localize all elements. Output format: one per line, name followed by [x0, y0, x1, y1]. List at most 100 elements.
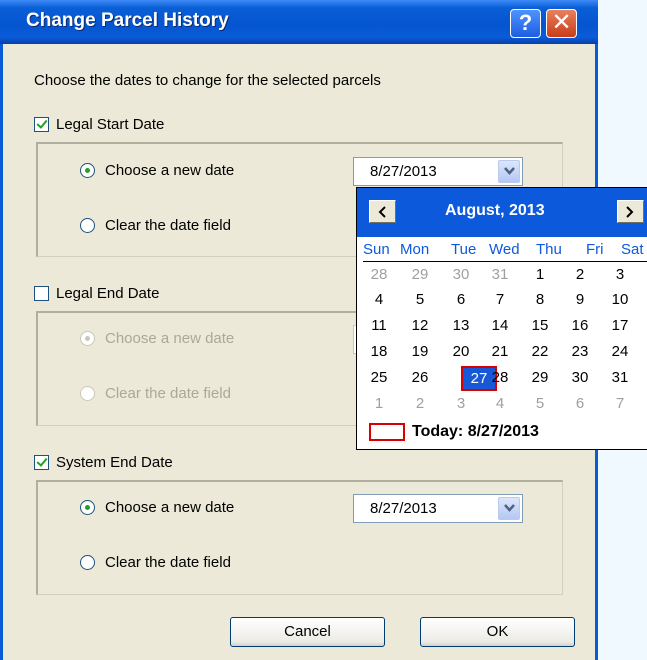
- calendar-day[interactable]: 30: [443, 266, 479, 283]
- chevron-left-icon: [378, 206, 386, 218]
- calendar-day[interactable]: 1: [522, 266, 558, 283]
- calendar-day[interactable]: 24: [602, 343, 638, 360]
- calendar-day[interactable]: 14: [482, 317, 518, 334]
- legal-end-choose-new-label: Choose a new date: [105, 330, 235, 347]
- calendar-day[interactable]: 28: [482, 369, 518, 386]
- calendar-day[interactable]: 3: [443, 395, 479, 412]
- next-month-button[interactable]: [617, 200, 644, 223]
- calendar-day[interactable]: 8: [522, 291, 558, 308]
- today-link[interactable]: Today: 8/27/2013: [369, 423, 539, 441]
- legal-end-date-label: Legal End Date: [56, 285, 160, 302]
- legal-end-clear-label: Clear the date field: [105, 385, 231, 402]
- weekday-fri: Fri: [586, 241, 604, 258]
- calendar-day[interactable]: 20: [443, 343, 479, 360]
- calendar-day[interactable]: 2: [562, 266, 598, 283]
- legal-end-date-checkbox[interactable]: [34, 286, 49, 301]
- weekday-thu: Thu: [536, 241, 562, 258]
- calendar-day[interactable]: 19: [402, 343, 438, 360]
- calendar-day[interactable]: 18: [361, 343, 397, 360]
- legal-end-clear-radio: [80, 386, 95, 401]
- ok-button[interactable]: OK: [420, 617, 575, 647]
- legal-start-date-picker[interactable]: 8/27/2013: [353, 157, 523, 186]
- legal-end-date-checkbox-row[interactable]: Legal End Date: [34, 285, 159, 302]
- system-end-clear-label: Clear the date field: [105, 554, 231, 571]
- calendar-day[interactable]: 29: [522, 369, 558, 386]
- legal-start-choose-new-radio[interactable]: [80, 163, 95, 178]
- legal-end-choose-new-radio: [80, 331, 95, 346]
- calendar-day[interactable]: 6: [562, 395, 598, 412]
- legal-start-dropdown-button[interactable]: [498, 160, 520, 183]
- system-end-choose-new-label: Choose a new date: [105, 499, 235, 516]
- system-end-date-picker[interactable]: 8/27/2013: [353, 494, 523, 523]
- legal-start-date-checkbox[interactable]: [34, 117, 49, 132]
- legal-start-date-value: 8/27/2013: [370, 163, 437, 180]
- weekday-tue: Tue: [451, 241, 477, 258]
- calendar-day[interactable]: 23: [562, 343, 598, 360]
- previous-month-button[interactable]: [369, 200, 396, 223]
- legal-end-clear-option: Clear the date field: [80, 385, 231, 402]
- weekday-header-row: Sun Mon Tue Wed Thu Fri Sat: [363, 239, 647, 262]
- calendar-month-title: August, 2013: [445, 202, 545, 219]
- weekday-mon: Mon: [400, 241, 430, 258]
- legal-start-date-checkbox-row[interactable]: Legal Start Date: [34, 116, 164, 133]
- calendar-day[interactable]: 5: [522, 395, 558, 412]
- system-end-date-value: 8/27/2013: [370, 500, 437, 517]
- calendar-day[interactable]: 17: [602, 317, 638, 334]
- calendar-day[interactable]: 6: [443, 291, 479, 308]
- calendar-day[interactable]: 10: [602, 291, 638, 308]
- legal-start-choose-new-label: Choose a new date: [105, 162, 235, 179]
- calendar-day[interactable]: 1: [361, 395, 397, 412]
- system-end-choose-new-option[interactable]: Choose a new date: [80, 499, 234, 516]
- instruction-text: Choose the dates to change for the selec…: [34, 72, 381, 89]
- legal-start-clear-radio[interactable]: [80, 218, 95, 233]
- system-end-dropdown-button[interactable]: [498, 497, 520, 520]
- calendar-day[interactable]: 7: [602, 395, 638, 412]
- legal-start-date-label: Legal Start Date: [56, 116, 165, 133]
- legal-end-choose-new-option: Choose a new date: [80, 330, 234, 347]
- calendar-header: August, 2013: [357, 188, 647, 237]
- title-bar[interactable]: Change Parcel History ? ✕: [0, 0, 598, 44]
- calendar-day[interactable]: 28: [361, 266, 397, 283]
- weekday-sat: Sat: [621, 241, 644, 258]
- system-end-clear-radio[interactable]: [80, 555, 95, 570]
- cancel-button[interactable]: Cancel: [230, 617, 385, 647]
- calendar-day[interactable]: 15: [522, 317, 558, 334]
- calendar-day[interactable]: 22: [522, 343, 558, 360]
- close-button[interactable]: ✕: [546, 9, 577, 38]
- calendar-day[interactable]: 13: [443, 317, 479, 334]
- calendar-day[interactable]: 31: [602, 369, 638, 386]
- calendar-day[interactable]: 29: [402, 266, 438, 283]
- weekday-wed: Wed: [489, 241, 520, 258]
- system-end-date-checkbox[interactable]: [34, 455, 49, 470]
- legal-start-clear-label: Clear the date field: [105, 217, 231, 234]
- calendar-day[interactable]: 12: [402, 317, 438, 334]
- today-marker: [369, 423, 405, 441]
- system-end-date-label: System End Date: [56, 454, 173, 471]
- calendar-day[interactable]: 9: [562, 291, 598, 308]
- calendar-day[interactable]: 7: [482, 291, 518, 308]
- calendar-day[interactable]: 3: [602, 266, 638, 283]
- calendar-day[interactable]: 4: [361, 291, 397, 308]
- chevron-down-icon: [504, 167, 515, 175]
- calendar-day[interactable]: 4: [482, 395, 518, 412]
- weekday-sun: Sun: [363, 241, 390, 258]
- calendar-day[interactable]: 31: [482, 266, 518, 283]
- chevron-down-icon: [504, 504, 515, 512]
- calendar-day[interactable]: 25: [361, 369, 397, 386]
- legal-start-choose-new-option[interactable]: Choose a new date: [80, 162, 234, 179]
- calendar-day[interactable]: 30: [562, 369, 598, 386]
- calendar-day[interactable]: 2: [402, 395, 438, 412]
- help-button[interactable]: ?: [510, 9, 541, 38]
- system-end-clear-option[interactable]: Clear the date field: [80, 554, 231, 571]
- system-end-choose-new-radio[interactable]: [80, 500, 95, 515]
- calendar-dropdown: August, 2013 Sun Mon Tue Wed Thu Fri Sat…: [356, 187, 647, 450]
- system-end-date-checkbox-row[interactable]: System End Date: [34, 454, 173, 471]
- calendar-day[interactable]: 11: [361, 317, 397, 334]
- calendar-day[interactable]: 26: [402, 369, 438, 386]
- legal-start-clear-option[interactable]: Clear the date field: [80, 217, 231, 234]
- dialog-title: Change Parcel History: [26, 10, 229, 31]
- calendar-day[interactable]: 21: [482, 343, 518, 360]
- chevron-right-icon: [626, 206, 634, 218]
- calendar-day[interactable]: 16: [562, 317, 598, 334]
- calendar-day[interactable]: 5: [402, 291, 438, 308]
